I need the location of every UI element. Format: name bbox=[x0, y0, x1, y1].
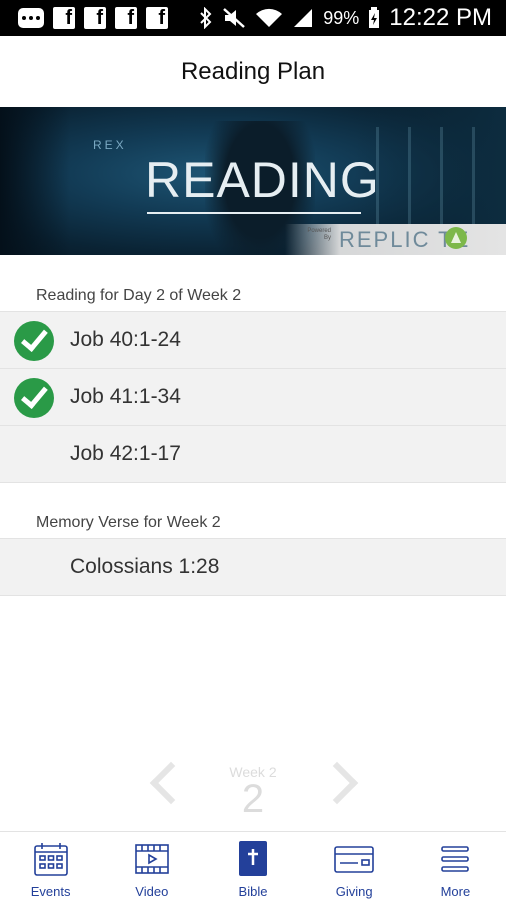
calendar-icon bbox=[31, 839, 71, 879]
reading-item[interactable]: Job 41:1-34 bbox=[0, 369, 506, 426]
phone-screen: f f f f 99% 12:22 PM Reading Plan REX RE… bbox=[0, 0, 506, 900]
facebook-icon: f bbox=[146, 7, 168, 29]
bottom-tab-bar: Events Video Bible Giving More bbox=[0, 831, 506, 900]
banner-side-text: REX bbox=[93, 138, 127, 152]
battery-icon bbox=[368, 7, 380, 29]
completed-check-icon[interactable] bbox=[14, 321, 54, 361]
tab-label: More bbox=[440, 884, 471, 899]
facebook-icon: f bbox=[115, 7, 137, 29]
status-bar: f f f f 99% 12:22 PM bbox=[0, 0, 506, 36]
battery-percentage: 99% bbox=[323, 7, 360, 28]
banner-title: READING bbox=[145, 152, 380, 208]
messages-icon bbox=[18, 8, 44, 28]
credit-card-icon bbox=[334, 839, 375, 879]
tab-label: Events bbox=[30, 884, 71, 899]
tab-giving[interactable]: Giving bbox=[304, 832, 405, 900]
reading-item[interactable]: Job 40:1-24 bbox=[0, 312, 506, 369]
tab-events[interactable]: Events bbox=[0, 832, 101, 900]
banner-title-underline bbox=[147, 212, 361, 214]
powered-by-replicate-logo: Powered By REPLIC TE bbox=[285, 224, 506, 255]
video-icon bbox=[132, 839, 172, 879]
reading-reference: Job 42:1-17 bbox=[70, 442, 181, 465]
facebook-icon: f bbox=[53, 7, 75, 29]
reading-reference: Job 40:1-24 bbox=[70, 328, 181, 351]
page-title: Reading Plan bbox=[180, 57, 326, 85]
reading-section-label: Reading for Day 2 of Week 2 bbox=[36, 287, 242, 304]
memory-verse-reference: Colossians 1:28 bbox=[70, 555, 220, 578]
tab-video[interactable]: Video bbox=[101, 832, 202, 900]
signal-icon bbox=[292, 7, 314, 29]
clock: 12:22 PM bbox=[389, 4, 492, 31]
bible-icon bbox=[233, 839, 273, 879]
powered-by-text: Powered By bbox=[307, 228, 331, 241]
mute-icon bbox=[222, 7, 246, 29]
system-icons: 99% 12:22 PM bbox=[199, 4, 492, 32]
wifi-icon bbox=[255, 7, 283, 29]
replicate-leaf-icon bbox=[445, 227, 467, 249]
memory-verse-item[interactable]: Colossians 1:28 bbox=[0, 539, 506, 596]
bluetooth-icon bbox=[199, 7, 213, 29]
menu-icon bbox=[435, 839, 475, 879]
notification-icons: f f f f bbox=[18, 7, 168, 29]
completed-check-icon[interactable] bbox=[14, 378, 54, 418]
facebook-icon: f bbox=[84, 7, 106, 29]
week-number: 2 bbox=[241, 777, 265, 821]
memory-section-label: Memory Verse for Week 2 bbox=[36, 514, 221, 531]
reading-list: Job 40:1-24 Job 41:1-34 Job 42:1-17 bbox=[0, 311, 506, 483]
tab-label: Giving bbox=[335, 884, 373, 899]
tab-more[interactable]: More bbox=[405, 832, 506, 900]
memory-list: Colossians 1:28 bbox=[0, 538, 506, 596]
tab-label: Bible bbox=[238, 884, 268, 899]
reading-reference: Job 41:1-34 bbox=[70, 385, 181, 408]
week-pager: Week 2 2 bbox=[0, 760, 506, 821]
app-header: Reading Plan bbox=[0, 36, 506, 107]
reading-item[interactable]: Job 42:1-17 bbox=[0, 426, 506, 483]
tab-label: Video bbox=[135, 884, 169, 899]
tab-bible[interactable]: Bible bbox=[202, 832, 303, 900]
